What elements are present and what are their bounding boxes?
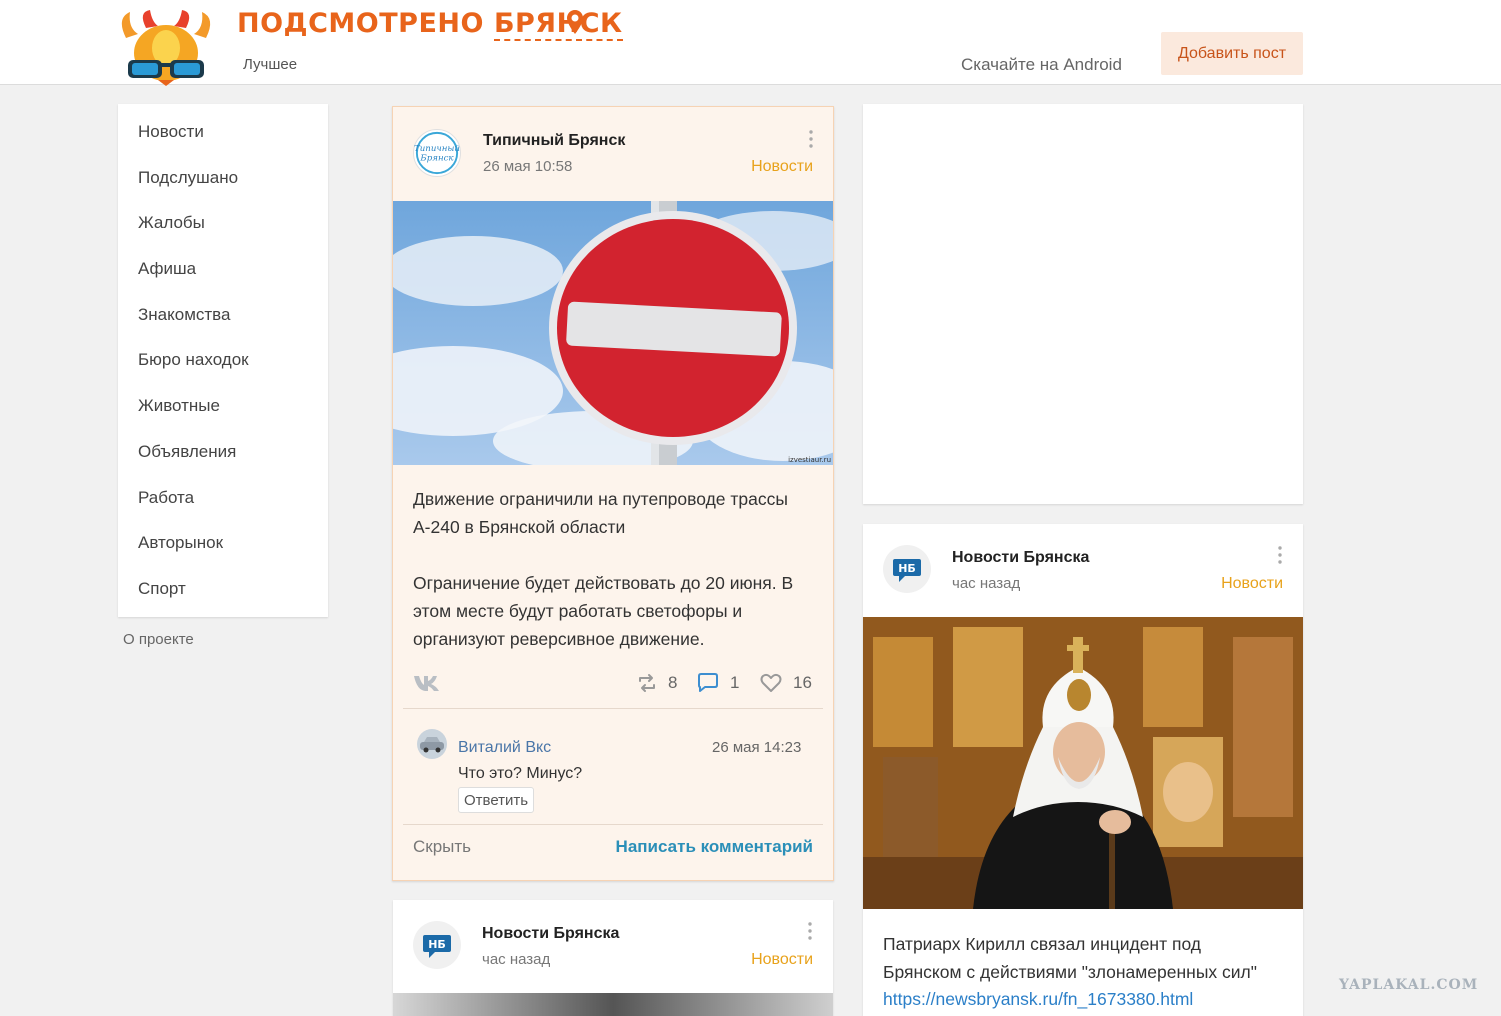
svg-text:Типичный: Типичный xyxy=(414,144,460,154)
post-time: час назад xyxy=(482,951,551,968)
page-subtitle: Лучшее xyxy=(243,56,298,73)
svg-text:НБ: НБ xyxy=(898,562,916,575)
vk-share-icon[interactable] xyxy=(413,674,441,692)
post-card: НБ Новости Брянска час назад Новости xyxy=(393,900,833,1016)
sidebar-item-dating[interactable]: Знакомства xyxy=(138,303,230,327)
typical-bryansk-logo-icon: Типичный Брянск xyxy=(414,131,460,175)
more-options-icon[interactable] xyxy=(808,922,812,940)
post-title: Патриарх Кирилл связал инцидент под Брян… xyxy=(883,934,1257,982)
like-count: 16 xyxy=(793,673,812,692)
post-author[interactable]: Типичный Брянск xyxy=(483,132,625,150)
image-credit: izvestiaur.ru xyxy=(788,456,831,464)
sidebar-item-ads[interactable]: Объявления xyxy=(138,440,236,464)
reply-button[interactable]: Ответить xyxy=(458,787,535,813)
post-category[interactable]: Новости xyxy=(751,158,813,176)
like-heart-icon[interactable] xyxy=(759,672,783,694)
comment-text: Что это? Минус? xyxy=(458,765,583,782)
post-category[interactable]: Новости xyxy=(751,951,813,969)
sidebar-item-complaints[interactable]: Жалобы xyxy=(138,211,205,235)
sidebar-item-events[interactable]: Афиша xyxy=(138,257,196,281)
about-project-link[interactable]: О проекте xyxy=(123,631,194,648)
comment-icon[interactable] xyxy=(696,672,720,694)
author-avatar[interactable]: НБ xyxy=(883,545,931,593)
more-options-icon[interactable] xyxy=(809,130,813,148)
sidebar-item-car-market[interactable]: Авторынок xyxy=(138,531,223,555)
sidebar-item-news[interactable]: Новости xyxy=(138,120,204,144)
post-card: НБ Новости Брянска час назад Новости Пат… xyxy=(863,524,1303,1016)
brand-main: ПОДСМОТРЕНО xyxy=(237,8,484,39)
author-avatar[interactable]: Типичный Брянск xyxy=(413,129,461,177)
repost-count: 8 xyxy=(668,673,678,692)
sidebar-item-jobs[interactable]: Работа xyxy=(138,486,194,510)
author-avatar[interactable]: НБ xyxy=(413,921,461,969)
comment-count: 1 xyxy=(730,673,740,692)
divider xyxy=(403,824,823,825)
post-image[interactable] xyxy=(863,617,1303,909)
owl-logo-icon[interactable] xyxy=(116,8,216,86)
divider xyxy=(403,708,823,709)
post-title: Движение ограничили на путепроводе трасс… xyxy=(413,489,788,537)
post-image[interactable]: izvestiaur.ru xyxy=(393,201,834,465)
repost-icon[interactable] xyxy=(636,672,658,694)
post-image[interactable] xyxy=(393,993,833,1016)
comment-time: 26 мая 14:23 xyxy=(712,739,802,756)
add-post-button[interactable]: Добавить пост xyxy=(1161,32,1303,75)
comment-author[interactable]: Виталий Вкс xyxy=(458,739,551,757)
sidebar-item-lost-found[interactable]: Бюро находок xyxy=(138,348,249,372)
post-author[interactable]: Новости Брянска xyxy=(952,549,1089,567)
post-link[interactable]: https://newsbryansk.ru/fn_1673380.html xyxy=(883,985,1283,1013)
more-options-icon[interactable] xyxy=(1278,546,1282,564)
site-brand[interactable]: ПОДСМОТРЕНО БРЯНСК xyxy=(237,8,623,41)
sidebar-item-overheard[interactable]: Подслушано xyxy=(138,166,238,190)
post-category[interactable]: Новости xyxy=(1221,575,1283,593)
svg-text:НБ: НБ xyxy=(428,938,446,951)
site-header: ПОДСМОТРЕНО БРЯНСК Лучшее Скачайте на And… xyxy=(0,0,1501,86)
nb-logo-icon: НБ xyxy=(893,559,921,582)
post-author[interactable]: Новости Брянска xyxy=(482,925,619,943)
post-time: 26 мая 10:58 xyxy=(483,158,573,175)
write-comment-link[interactable]: Написать комментарий xyxy=(616,837,813,857)
sidebar-item-sport[interactable]: Спорт xyxy=(138,577,186,601)
hide-comments-link[interactable]: Скрыть xyxy=(413,837,471,857)
ad-placeholder xyxy=(863,104,1303,504)
sidebar-item-animals[interactable]: Животные xyxy=(138,394,220,418)
post-time: час назад xyxy=(952,575,1021,592)
sidebar-nav: Новости Подслушано Жалобы Афиша Знакомст… xyxy=(118,104,328,617)
nb-logo-icon: НБ xyxy=(423,935,451,958)
location-pin-icon[interactable] xyxy=(566,10,584,36)
watermark: YAPLAKAL.COM xyxy=(1339,977,1479,993)
brand-city-selector[interactable]: БРЯНСК xyxy=(493,8,623,41)
svg-text:Брянск: Брянск xyxy=(419,154,454,164)
post-body: Ограничение будет действовать до 20 июня… xyxy=(413,573,794,649)
android-download-link[interactable]: Скачайте на Android xyxy=(961,55,1122,75)
commenter-avatar[interactable] xyxy=(417,729,447,759)
post-card: Типичный Брянск Типичный Брянск 26 мая 1… xyxy=(392,106,834,881)
